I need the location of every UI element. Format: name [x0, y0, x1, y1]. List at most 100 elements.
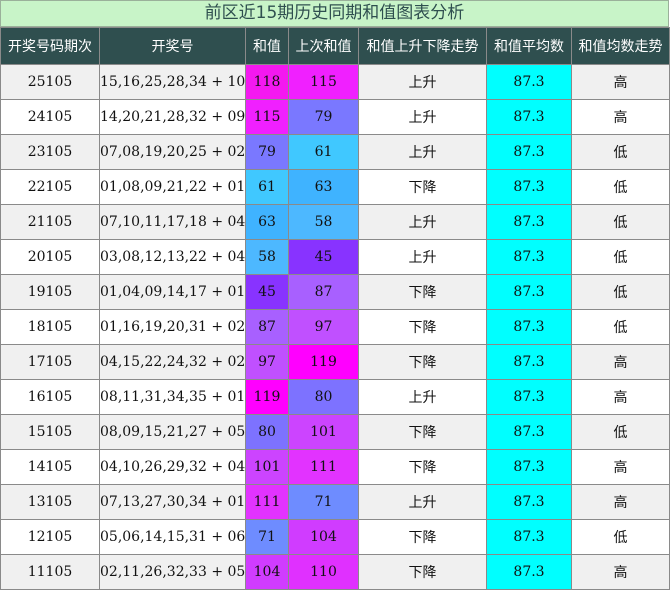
trend-cell: 下降 [358, 169, 487, 205]
avg-trend-cell: 高 [571, 484, 670, 520]
header-row: 开奖号码期次 开奖号 和值 上次和值 和值上升下降走势 和值平均数 和值均数走势 [0, 27, 670, 65]
sum-cell: 111 [245, 484, 289, 520]
prev-sum-cell: 119 [288, 344, 359, 380]
avg-trend-cell: 高 [571, 379, 670, 415]
numbers-cell: 04,15,22,24,32 + 02,09 [99, 344, 246, 380]
sum-cell: 61 [245, 169, 289, 205]
avg-cell: 87.3 [486, 134, 572, 170]
sum-cell: 45 [245, 274, 289, 310]
trend-cell: 下降 [358, 554, 487, 590]
table-row: 1110502,11,26,32,33 + 05,12104110下降87.3高 [0, 554, 670, 590]
header-sum: 和值 [245, 27, 289, 65]
sum-cell: 115 [245, 99, 289, 135]
avg-cell: 87.3 [486, 64, 572, 100]
trend-cell: 下降 [358, 309, 487, 345]
avg-cell: 87.3 [486, 169, 572, 205]
avg-cell: 87.3 [486, 239, 572, 275]
period-cell: 25105 [0, 64, 100, 100]
trend-cell: 上升 [358, 134, 487, 170]
avg-cell: 87.3 [486, 449, 572, 485]
period-cell: 24105 [0, 99, 100, 135]
prev-sum-cell: 71 [288, 484, 359, 520]
prev-sum-cell: 101 [288, 414, 359, 450]
avg-trend-cell: 高 [571, 99, 670, 135]
sum-history-table: 开奖号码期次 开奖号 和值 上次和值 和值上升下降走势 和值平均数 和值均数走势… [0, 27, 670, 590]
table-title: 前区近15期历史同期和值图表分析 [0, 0, 669, 27]
trend-cell: 上升 [358, 379, 487, 415]
trend-cell: 下降 [358, 274, 487, 310]
sum-cell: 87 [245, 309, 289, 345]
numbers-cell: 08,11,31,34,35 + 01,02 [99, 379, 246, 415]
period-cell: 22105 [0, 169, 100, 205]
header-numbers: 开奖号 [99, 27, 246, 65]
avg-trend-cell: 高 [571, 64, 670, 100]
avg-cell: 87.3 [486, 414, 572, 450]
trend-cell: 下降 [358, 449, 487, 485]
prev-sum-cell: 80 [288, 379, 359, 415]
trend-cell: 下降 [358, 519, 487, 555]
numbers-cell: 08,09,15,21,27 + 05,09 [99, 414, 246, 450]
table-body: 2510515,16,25,28,34 + 10,12118115上升87.3高… [0, 64, 670, 590]
avg-trend-cell: 低 [571, 239, 670, 275]
prev-sum-cell: 79 [288, 99, 359, 135]
numbers-cell: 02,11,26,32,33 + 05,12 [99, 554, 246, 590]
avg-trend-cell: 高 [571, 554, 670, 590]
trend-cell: 上升 [358, 239, 487, 275]
sum-cell: 104 [245, 554, 289, 590]
numbers-cell: 07,10,11,17,18 + 04,09 [99, 204, 246, 240]
sum-cell: 119 [245, 379, 289, 415]
prev-sum-cell: 104 [288, 519, 359, 555]
avg-trend-cell: 低 [571, 274, 670, 310]
numbers-cell: 04,10,26,29,32 + 04,08 [99, 449, 246, 485]
avg-trend-cell: 低 [571, 309, 670, 345]
prev-sum-cell: 87 [288, 274, 359, 310]
sum-cell: 80 [245, 414, 289, 450]
period-cell: 23105 [0, 134, 100, 170]
header-avg: 和值平均数 [486, 27, 572, 65]
numbers-cell: 15,16,25,28,34 + 10,12 [99, 64, 246, 100]
period-cell: 19105 [0, 274, 100, 310]
period-cell: 13105 [0, 484, 100, 520]
period-cell: 20105 [0, 239, 100, 275]
prev-sum-cell: 111 [288, 449, 359, 485]
sum-cell: 63 [245, 204, 289, 240]
numbers-cell: 07,08,19,20,25 + 02,11 [99, 134, 246, 170]
sum-cell: 97 [245, 344, 289, 380]
avg-trend-cell: 高 [571, 344, 670, 380]
table-row: 1810501,16,19,20,31 + 02,078797下降87.3低 [0, 309, 670, 345]
period-cell: 14105 [0, 449, 100, 485]
avg-trend-cell: 低 [571, 134, 670, 170]
prev-sum-cell: 45 [288, 239, 359, 275]
numbers-cell: 03,08,12,13,22 + 04,12 [99, 239, 246, 275]
table-row: 2110507,10,11,17,18 + 04,096358上升87.3低 [0, 204, 670, 240]
avg-cell: 87.3 [486, 379, 572, 415]
table-row: 1710504,15,22,24,32 + 02,0997119下降87.3高 [0, 344, 670, 380]
header-avg-trend: 和值均数走势 [571, 27, 670, 65]
header-period: 开奖号码期次 [0, 27, 100, 65]
sum-cell: 79 [245, 134, 289, 170]
numbers-cell: 01,04,09,14,17 + 01,06 [99, 274, 246, 310]
sum-cell: 101 [245, 449, 289, 485]
period-cell: 16105 [0, 379, 100, 415]
header-prev-sum: 上次和值 [288, 27, 359, 65]
avg-cell: 87.3 [486, 309, 572, 345]
numbers-cell: 05,06,14,15,31 + 06,08 [99, 519, 246, 555]
period-cell: 17105 [0, 344, 100, 380]
table-row: 2510515,16,25,28,34 + 10,12118115上升87.3高 [0, 64, 670, 100]
sum-cell: 71 [245, 519, 289, 555]
prev-sum-cell: 115 [288, 64, 359, 100]
numbers-cell: 14,20,21,28,32 + 09,11 [99, 99, 246, 135]
page: 前区近15期历史同期和值图表分析 开奖号码期次 开奖号 和值 上次和值 和值上升… [0, 0, 670, 590]
trend-cell: 上升 [358, 204, 487, 240]
sum-cell: 118 [245, 64, 289, 100]
numbers-cell: 07,13,27,30,34 + 01,12 [99, 484, 246, 520]
trend-cell: 下降 [358, 414, 487, 450]
prev-sum-cell: 97 [288, 309, 359, 345]
period-cell: 11105 [0, 554, 100, 590]
numbers-cell: 01,08,09,21,22 + 01,04 [99, 169, 246, 205]
table-row: 1910501,04,09,14,17 + 01,064587下降87.3低 [0, 274, 670, 310]
header-trend: 和值上升下降走势 [358, 27, 487, 65]
table-row: 2310507,08,19,20,25 + 02,117961上升87.3低 [0, 134, 670, 170]
sum-cell: 58 [245, 239, 289, 275]
table-row: 1410504,10,26,29,32 + 04,08101111下降87.3高 [0, 449, 670, 485]
